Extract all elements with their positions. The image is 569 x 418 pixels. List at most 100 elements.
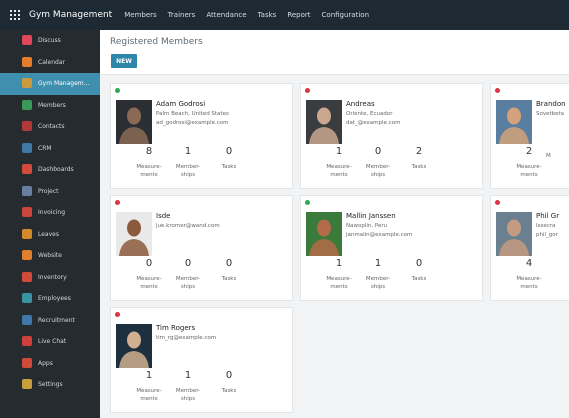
sidebar-item-label: Employees (38, 295, 71, 303)
stat-tasks[interactable]: 0 Tasks (209, 370, 249, 395)
sidebar-item-10[interactable]: Website (0, 245, 100, 267)
stat-label: Measure-ments (136, 388, 162, 402)
stat-memberships[interactable]: M (546, 146, 566, 160)
member-card[interactable]: Brandon Sovetbeta 2 Measure-ments M (490, 83, 569, 189)
avatar (306, 212, 342, 256)
sidebar-item-3[interactable]: Members (0, 95, 100, 117)
website-icon (22, 250, 32, 260)
member-location: Palm Beach, United States (156, 111, 229, 117)
stat-measurements[interactable]: 1 Measure-ments (319, 258, 359, 291)
breadcrumb[interactable]: Registered Members (110, 37, 203, 47)
stat-memberships[interactable]: 0 Member-ships (358, 146, 398, 179)
new-button[interactable]: NEW (111, 54, 137, 68)
sidebar-item-8[interactable]: Invoicing (0, 202, 100, 224)
stat-measurements[interactable]: 2 Measure-ments (509, 146, 549, 179)
stat-value: 0 (225, 146, 233, 157)
stat-tasks[interactable]: 2 Tasks (399, 146, 439, 171)
sidebar-item-label: Leaves (38, 230, 59, 238)
sidebar-item-label: Recruitment (38, 316, 75, 324)
stat-memberships[interactable]: 1 Member-ships (358, 258, 398, 291)
sidebar-item-9[interactable]: Leaves (0, 224, 100, 246)
stat-measurements[interactable]: 8 Measure-ments (129, 146, 169, 179)
stat-tasks[interactable]: 0 Tasks (399, 258, 439, 283)
menu-report[interactable]: Report (287, 11, 310, 19)
menu-members[interactable]: Members (124, 11, 156, 19)
stat-value: 0 (225, 370, 233, 381)
member-location: Issecra (536, 223, 556, 229)
stat-tasks[interactable]: 0 Tasks (209, 146, 249, 171)
sidebar-item-11[interactable]: Inventory (0, 267, 100, 289)
sidebar-item-16[interactable]: Settings (0, 374, 100, 396)
member-email: ad_godrosi@example.com (156, 120, 229, 126)
avatar (116, 100, 152, 144)
member-card[interactable]: Andreas Oriente, Ecuador dat_@example.com 1… (300, 83, 483, 189)
stat-value: 0 (145, 258, 153, 269)
employees-icon (22, 293, 32, 303)
stat-memberships[interactable]: 1 Member-ships (168, 370, 208, 403)
member-card[interactable]: Tim Rogers tim_rg@example.com 1 Measure-men… (110, 307, 293, 413)
member-email: phil_gor (536, 232, 558, 238)
member-card[interactable]: Mallin Janssen Nawoplin, Peru janmalin@exa… (300, 195, 483, 301)
sidebar-item-label: Contacts (38, 123, 65, 131)
menu-tasks[interactable]: Tasks (258, 11, 277, 19)
sidebar-item-0[interactable]: Discuss (0, 30, 100, 52)
stat-tasks[interactable]: 0 Tasks (209, 258, 249, 283)
sidebar-item-6[interactable]: Dashboards (0, 159, 100, 181)
sidebar-item-15[interactable]: Apps (0, 353, 100, 375)
status-dot (305, 88, 310, 93)
sidebar-item-1[interactable]: Calendar (0, 52, 100, 74)
avatar (496, 212, 532, 256)
stat-label: Measure-ments (516, 276, 542, 290)
stat-label: Member-ships (365, 164, 391, 178)
sidebar-item-13[interactable]: Recruitment (0, 310, 100, 332)
menu-configuration[interactable]: Configuration (322, 11, 369, 19)
stat-label: Member-ships (365, 276, 391, 290)
member-card[interactable]: Isde jue.kromer@wand.com 0 Measure-ments 0 Me… (110, 195, 293, 301)
stat-measurements[interactable]: 1 Measure-ments (129, 370, 169, 403)
status-dot (115, 200, 120, 205)
member-location: Sovetbeta (536, 111, 565, 117)
member-location: Nawoplin, Peru (346, 223, 388, 229)
stat-value: 1 (184, 370, 192, 381)
status-dot (115, 88, 120, 93)
stat-memberships[interactable]: 0 Member-ships (168, 258, 208, 291)
stat-label: Tasks (411, 164, 427, 170)
sidebar-item-7[interactable]: Project (0, 181, 100, 203)
stat-label: Tasks (411, 276, 427, 282)
project-icon (22, 185, 32, 196)
livechat-icon (22, 336, 32, 346)
member-email: jue.kromer@wand.com (156, 223, 220, 229)
app-title[interactable]: Gym Management (29, 10, 112, 20)
member-card[interactable]: Adam Godrosi Palm Beach, United States ad_… (110, 83, 293, 189)
stat-label: Member-ships (175, 164, 201, 178)
stat-value: 8 (145, 146, 153, 157)
stat-measurements[interactable]: 0 Measure-ments (129, 258, 169, 291)
stat-value: 1 (335, 146, 343, 157)
sidebar-item-label: CRM (38, 144, 52, 152)
sidebar-item-2[interactable]: Gym Managem... (0, 73, 100, 95)
app-grid-icon[interactable] (10, 10, 20, 20)
stat-label: Member-ships (175, 388, 201, 402)
app-sidebar: Discuss Calendar Gym Managem... Members Cont… (0, 30, 100, 418)
sidebar-item-label: Gym Managem... (38, 80, 90, 88)
sidebar-item-label: Dashboards (38, 166, 74, 174)
stat-label: Tasks (221, 276, 237, 282)
sidebar-item-5[interactable]: CRM (0, 138, 100, 160)
avatar (306, 100, 342, 144)
sidebar-item-12[interactable]: Employees (0, 288, 100, 310)
sidebar-item-label: Apps (38, 359, 53, 367)
member-name: Mallin Janssen (346, 212, 396, 220)
menu-attendance[interactable]: Attendance (206, 11, 246, 19)
sidebar-item-14[interactable]: Live Chat (0, 331, 100, 353)
stat-label: Measure-ments (326, 164, 352, 178)
sidebar-item-label: Website (38, 252, 62, 260)
sidebar-item-4[interactable]: Contacts (0, 116, 100, 138)
stat-label: Measure-ments (326, 276, 352, 290)
stat-measurements[interactable]: 1 Measure-ments (319, 146, 359, 179)
stat-measurements[interactable]: 4 Measure-ments (509, 258, 549, 291)
sidebar-item-label: Project (38, 187, 59, 195)
member-card[interactable]: Phil GrIssecraphil_gor4Measure-mentsM (490, 195, 569, 301)
stat-memberships[interactable]: 1 Member-ships (168, 146, 208, 179)
menu-trainers[interactable]: Trainers (168, 11, 196, 19)
status-dot (115, 312, 120, 317)
